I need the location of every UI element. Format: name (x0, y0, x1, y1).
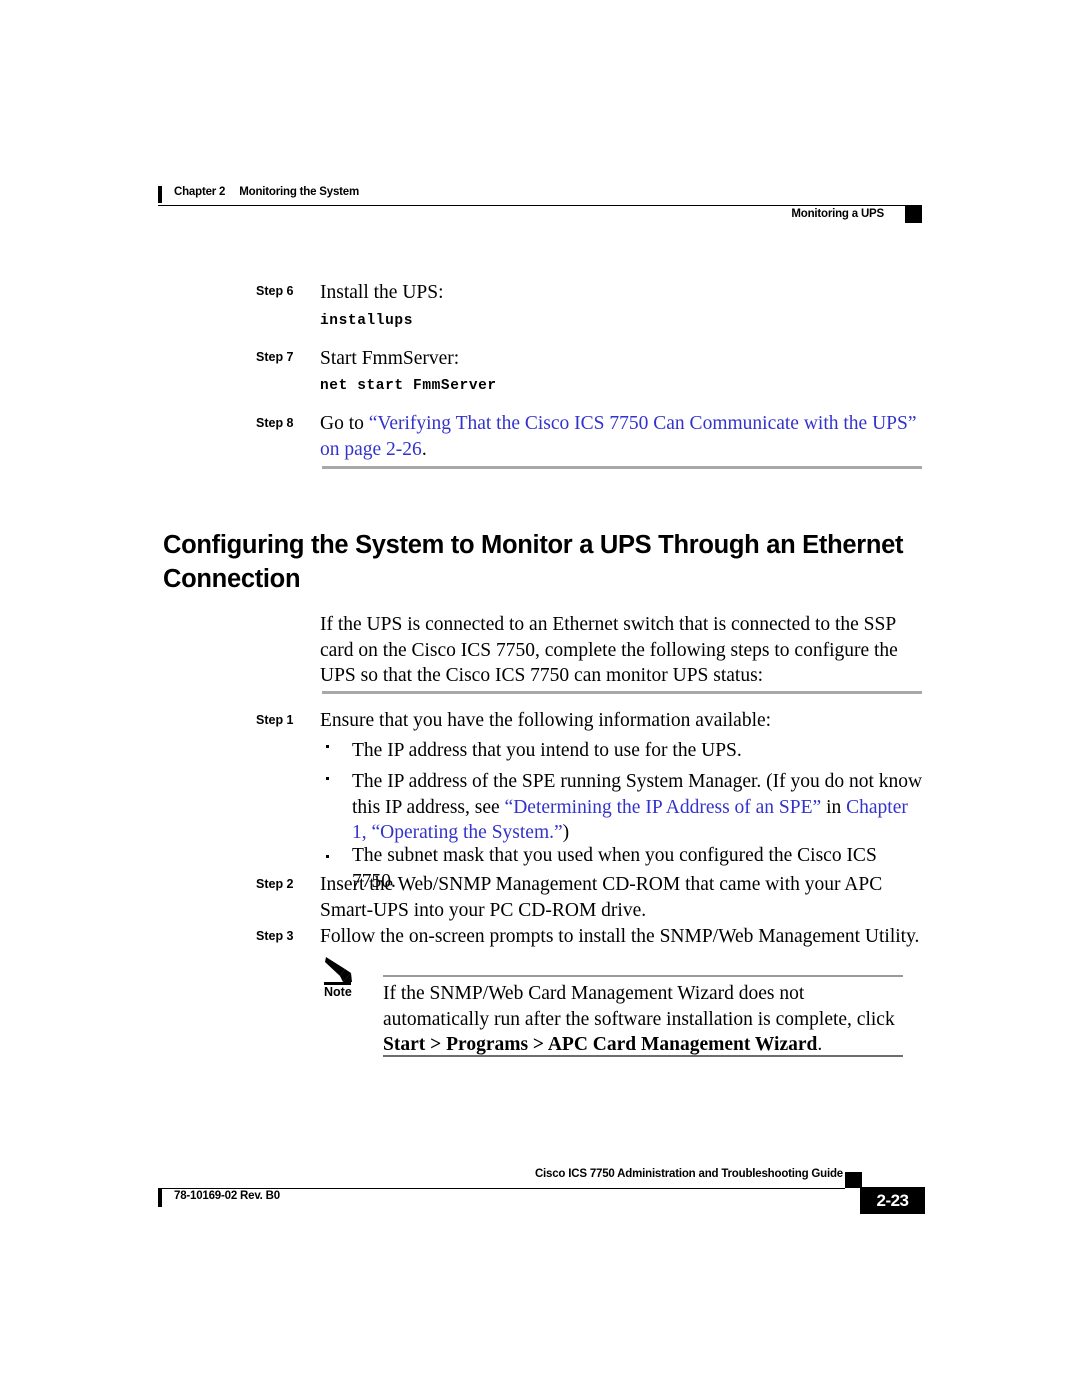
footer-page-number: 2-23 (876, 1190, 909, 1210)
footer-doc-number: 78-10169-02 Rev. B0 (174, 1190, 280, 1202)
note-body-text: If the SNMP/Web Card Management Wizard d… (383, 981, 903, 1058)
step-text-1: Ensure that you have the following infor… (320, 710, 772, 731)
section-heading: Configuring the System to Monitor a UPS … (163, 531, 904, 593)
step-text-8: Go to “Verifying That the Cisco ICS 7750… (320, 411, 922, 462)
section-divider-rule-mid (322, 691, 922, 694)
step-8-prefix: Go to (320, 413, 369, 434)
bullet-dot (326, 855, 329, 858)
section-intro-paragraph: If the UPS is connected to an Ethernet s… (320, 614, 898, 686)
header-chapter: Chapter 2 Monitoring the System (174, 186, 359, 198)
note-label: Note (324, 985, 352, 999)
step-label-1: Step 1 (256, 713, 294, 727)
step-text-7: Start FmmServer: (320, 348, 460, 369)
step-label-2: Step 2 (256, 877, 294, 891)
step-text-6: Install the UPS: (320, 282, 444, 303)
step-code-7: net start FmmServer (320, 378, 497, 394)
cross-reference-link-verifying-ups[interactable]: “Verifying That the Cisco ICS 7750 Can C… (320, 413, 917, 460)
note-suffix: . (817, 1034, 823, 1055)
step-label-6: Step 6 (256, 284, 294, 298)
document-page: Chapter 2 Monitoring the System Monitorin… (0, 0, 1080, 1397)
bullet-text-1: The IP address that you intend to use fo… (352, 740, 742, 761)
bullet-dot (326, 777, 329, 780)
header-chapter-title: Monitoring the System (239, 186, 360, 198)
header-right-square-marker (905, 206, 922, 223)
header-running-head: Monitoring a UPS (791, 208, 884, 220)
note-bold-menu-path: Start > Programs > APC Card Management W… (383, 1034, 818, 1055)
step-8-suffix: . (421, 438, 427, 460)
step-label-7: Step 7 (256, 350, 294, 364)
footer-left-tick (158, 1189, 162, 1207)
page-header: Chapter 2 Monitoring the System Monitorin… (158, 186, 922, 228)
note-rule-bottom (383, 1055, 903, 1057)
step-label-3: Step 3 (256, 929, 294, 943)
header-rule (158, 205, 922, 206)
footer-rule (158, 1188, 845, 1189)
footer-page-number-box: 2-23 (860, 1187, 925, 1214)
bullet-2-suffix: ) (562, 822, 570, 843)
step-text-2: Insert the Web/SNMP Management CD-ROM th… (320, 874, 883, 921)
footer-guide-title: Cisco ICS 7750 Administration and Troubl… (534, 1168, 843, 1180)
page-footer: Cisco ICS 7750 Administration and Troubl… (158, 1168, 925, 1220)
cross-reference-link-determining-ip[interactable]: “Determining the IP Address of an SPE” (505, 797, 822, 818)
header-left-tick (158, 186, 162, 203)
note-prefix: If the SNMP/Web Card Management Wizard d… (383, 983, 895, 1030)
bullet-text-2: The IP address of the SPE running System… (352, 769, 924, 846)
step-label-8: Step 8 (256, 416, 294, 430)
bullet-2-mid: in (821, 796, 847, 818)
step-text-3: Follow the on-screen prompts to install … (320, 926, 920, 947)
note-rule-top (383, 975, 903, 977)
step-code-6: installups (320, 313, 414, 329)
header-chapter-label: Chapter 2 (174, 186, 226, 198)
bullet-dot (326, 745, 329, 748)
note-callout: Note If the SNMP/Web Card Management Wiz… (0, 955, 1080, 1065)
footer-square-marker (845, 1172, 862, 1188)
section-divider-rule-top (322, 466, 922, 469)
